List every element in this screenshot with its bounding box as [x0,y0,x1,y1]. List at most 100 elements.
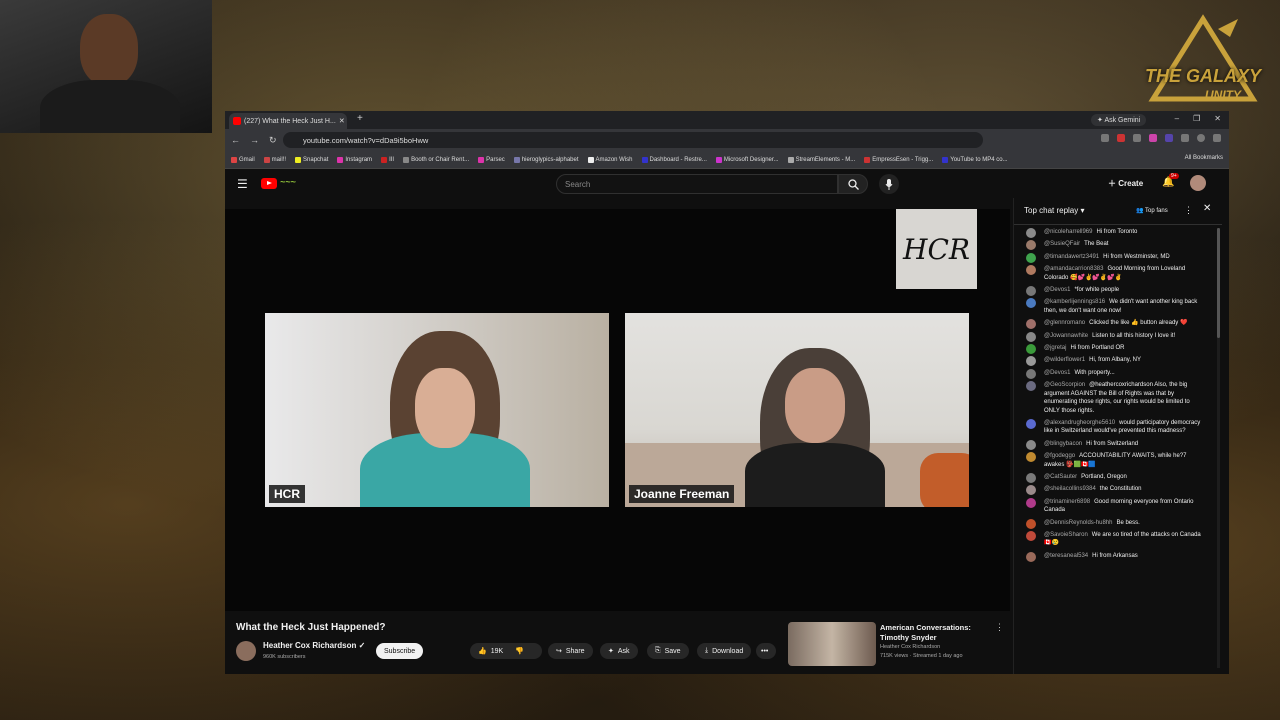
reload-icon[interactable]: ↻ [269,135,277,146]
bookmark-star-icon[interactable] [1101,134,1109,142]
chat-author-avatar[interactable] [1026,368,1036,379]
chat-author-avatar[interactable] [1026,497,1036,508]
bookmark-item[interactable]: Booth or Chair Rent... [403,156,469,163]
chat-author[interactable]: @fgodeggo [1044,453,1075,459]
recommended-title[interactable]: American Conversations: Timothy Snyder [880,623,990,643]
chat-mode-dropdown[interactable]: Top chat replay ▾ [1024,206,1085,215]
download-button[interactable]: ⤓ Download [697,643,752,659]
bookmark-item[interactable]: Instagram [337,156,372,163]
address-input[interactable]: youtube.com/watch?v=dDa9i5boHww [283,132,983,148]
chat-author-avatar[interactable] [1026,530,1036,541]
extension-icon[interactable] [1133,134,1141,142]
channel-avatar[interactable] [236,641,256,661]
all-bookmarks-button[interactable]: All Bookmarks [1185,155,1223,161]
chat-author-avatar[interactable] [1026,240,1036,251]
hamburger-menu-icon[interactable]: ☰ [237,177,248,191]
more-actions-button[interactable]: ••• [756,643,776,659]
channel-name[interactable]: Heather Cox Richardson ✓ [263,641,365,650]
chat-author[interactable]: @Jowannawhite [1044,333,1088,339]
chat-author[interactable]: @CatSauter [1044,474,1077,480]
ask-gemini-button[interactable]: ✦ Ask Gemini [1091,114,1147,126]
chat-author[interactable]: @alexandrugheorghe5610 [1044,420,1115,426]
save-button[interactable]: ⎘ Save [647,643,689,659]
chat-author[interactable]: @blingybacon [1044,441,1082,447]
search-input[interactable]: Search [556,174,838,194]
menu-kebab-icon[interactable] [1213,134,1221,142]
minimize-icon[interactable]: – [1175,114,1179,123]
chat-scrollbar[interactable] [1217,228,1220,668]
chat-author[interactable]: @SusieQFair [1044,241,1080,247]
bookmark-item[interactable]: Snapchat [295,156,328,163]
bookmark-item[interactable]: StreamElements - M... [787,156,855,163]
chat-author-avatar[interactable] [1026,331,1036,342]
new-tab-icon[interactable]: + [357,113,363,124]
bookmark-item[interactable]: EmpressEsen - Trigg... [864,156,933,163]
chat-author-avatar[interactable] [1026,551,1036,562]
video-player[interactable]: HCR HCR Joanne Freeman [225,209,1010,611]
extension-icon[interactable] [1181,134,1189,142]
tab-youtube[interactable]: (227) What the Heck Just H... ✕ [229,113,347,129]
chat-author-avatar[interactable] [1026,518,1036,529]
extension-icon[interactable] [1149,134,1157,142]
chat-author-avatar[interactable] [1026,228,1036,238]
chat-menu-icon[interactable]: ⋮ [1184,205,1193,216]
chat-author[interactable]: @SavoieSharon [1044,532,1088,538]
like-button[interactable]: 👍 19K 👎 [470,643,542,659]
voice-search-button[interactable] [879,174,899,194]
chat-author-avatar[interactable] [1026,344,1036,355]
subscribe-button[interactable]: Subscribe [376,643,424,659]
bookmark-item[interactable]: hieroglypics-alphabet [513,156,579,163]
chat-author[interactable]: @Devos1 [1044,370,1070,376]
close-chat-icon[interactable]: ✕ [1203,203,1211,214]
chat-author[interactable]: @jgretaj [1044,345,1066,351]
bookmark-item[interactable]: YouTube to MP4 co... [942,156,1008,163]
close-window-icon[interactable]: ✕ [1214,114,1221,123]
forward-icon[interactable]: → [250,135,259,146]
thumbs-down-icon[interactable]: 👎 [515,647,524,655]
profile-icon[interactable] [1197,134,1205,142]
chat-author-avatar[interactable] [1026,381,1036,392]
back-icon[interactable]: ← [231,135,240,146]
chat-author-avatar[interactable] [1026,265,1036,276]
chat-author-avatar[interactable] [1026,252,1036,263]
chat-author-avatar[interactable] [1026,452,1036,463]
chat-author-avatar[interactable] [1026,485,1036,496]
chat-author[interactable]: @sheilacollins9384 [1044,486,1096,492]
chat-author[interactable]: @trinaminer6898 [1044,499,1090,505]
bookmark-item[interactable]: Parsec [478,156,505,163]
youtube-doodle[interactable]: ~~~ [280,177,296,187]
bookmark-item[interactable]: Dashboard - Restre... [641,156,707,163]
chat-author-avatar[interactable] [1026,319,1036,330]
chat-author[interactable]: @wilderflower1 [1044,357,1085,363]
search-button[interactable] [838,174,868,194]
chat-author[interactable]: @timandawertz3491 [1044,254,1099,260]
chat-author-avatar[interactable] [1026,418,1036,429]
chat-author[interactable]: @DennisReynolds-hu8hh [1044,520,1112,526]
extension-icon[interactable] [1117,134,1125,142]
bookmark-item[interactable]: Microsoft Designer... [715,156,779,163]
bookmark-item[interactable]: mail!! [263,156,286,163]
chat-author-avatar[interactable] [1026,356,1036,367]
chat-author-avatar[interactable] [1026,439,1036,450]
chat-author[interactable]: @glennromano [1044,320,1085,326]
create-button[interactable]: ＋ Create [1108,178,1143,189]
bookmark-item[interactable]: III [381,156,394,163]
bookmark-item[interactable]: Amazon Wish [587,156,633,163]
chat-author[interactable]: @GeoScorpion [1044,382,1085,388]
recommended-video[interactable]: American Conversations: Timothy Snyder H… [788,622,1008,674]
restore-icon[interactable]: ❐ [1193,114,1200,123]
chat-author[interactable]: @nicoleharrell969 [1044,229,1092,235]
recommended-menu-icon[interactable]: ⋮ [995,622,1004,633]
youtube-logo-icon[interactable] [261,178,277,189]
recommended-thumbnail[interactable] [788,622,876,666]
chat-author[interactable]: @teresaneal534 [1044,553,1088,559]
extension-icon[interactable] [1165,134,1173,142]
chat-author[interactable]: @Devos1 [1044,287,1070,293]
chat-author-avatar[interactable] [1026,472,1036,483]
scrollbar-thumb[interactable] [1217,228,1220,338]
ask-button[interactable]: ✦ Ask [600,643,638,659]
chat-author[interactable]: @kamberlijennings816 [1044,299,1105,305]
bookmark-item[interactable]: Gmail [231,156,255,163]
top-fans-button[interactable]: 👥 Top fans [1136,207,1168,214]
tab-close-icon[interactable]: ✕ [339,117,345,125]
